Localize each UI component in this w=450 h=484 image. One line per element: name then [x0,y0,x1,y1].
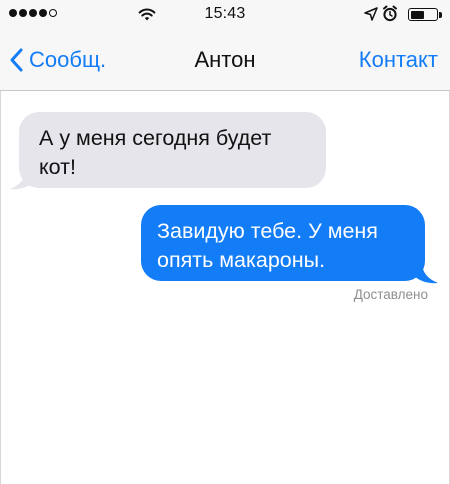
outgoing-message-bubble[interactable]: Завидую тебе. У меня опять макароны. [141,205,425,281]
battery-tip [439,12,442,18]
battery-level [410,10,425,19]
contact-button[interactable]: Контакт [359,47,438,73]
delivery-status: Доставлено [353,287,428,302]
outgoing-bubble-tail [414,262,438,284]
navigation-bar: Сообщ. Антон Контакт [0,30,450,91]
location-arrow-icon [364,7,378,21]
alarm-icon [383,5,397,22]
incoming-bubble-tail [10,168,34,190]
incoming-message-bubble[interactable]: А у меня сегодня будет кот! [19,112,326,188]
battery-icon [408,8,438,21]
status-bar: 15:43 [0,0,450,30]
